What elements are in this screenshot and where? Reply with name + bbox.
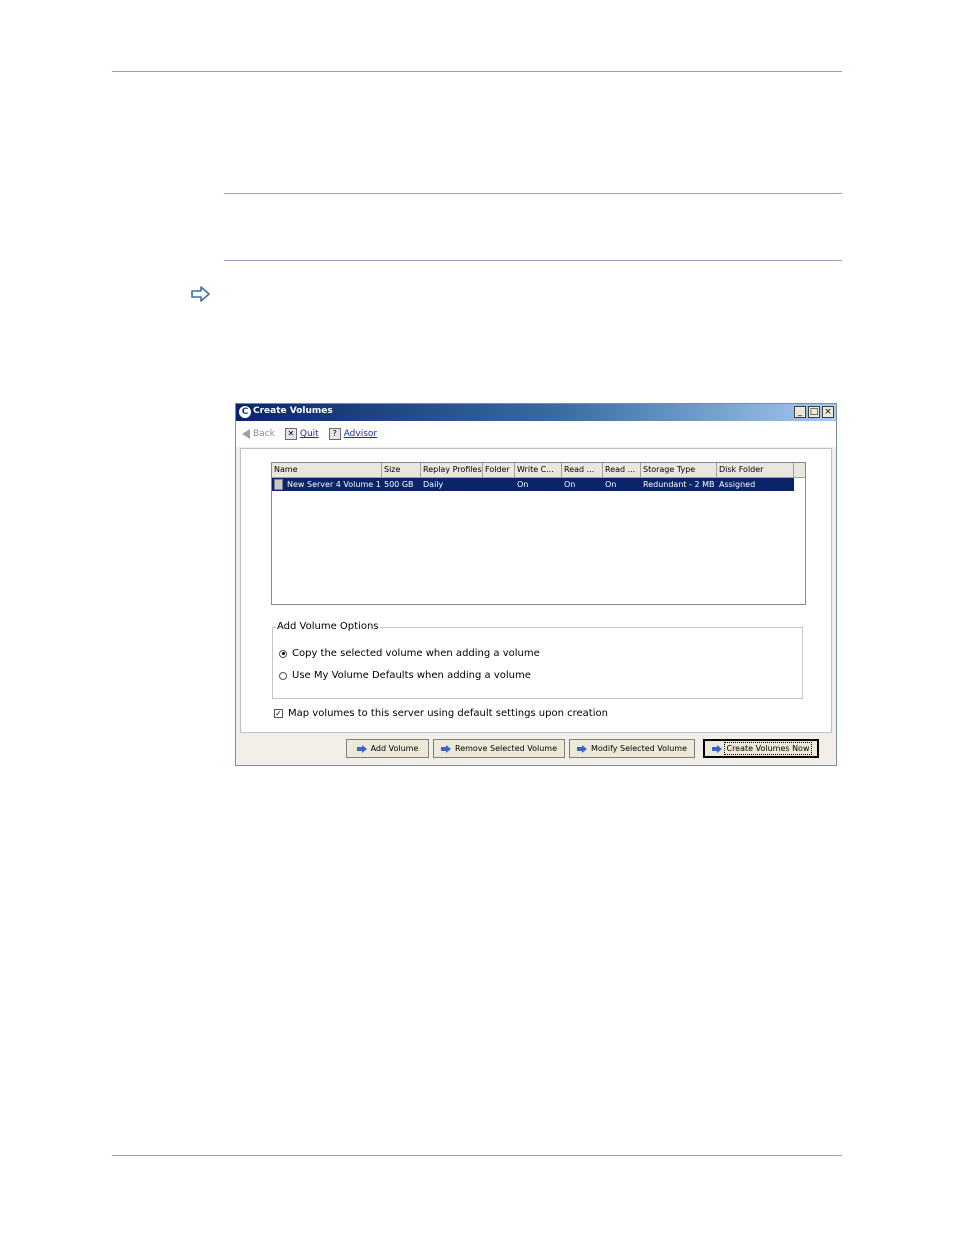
title-bar[interactable]: C Create Volumes _ □ × xyxy=(236,404,836,421)
advisor-label: Advisor xyxy=(343,429,378,439)
option-copy-selected-label: Copy the selected volume when adding a v… xyxy=(292,648,540,659)
button-bar: Add Volume Remove Selected Volume Modify… xyxy=(236,733,836,765)
column-header-write-cache[interactable]: Write C... xyxy=(515,463,562,477)
radio-use-defaults[interactable] xyxy=(279,671,287,680)
arrow-right-icon xyxy=(712,744,723,753)
window-title: Create Volumes xyxy=(253,406,333,416)
note-top-rule xyxy=(224,193,842,194)
maximize-button[interactable]: □ xyxy=(808,406,820,418)
minimize-button[interactable]: _ xyxy=(794,406,806,418)
radio-copy-selected[interactable] xyxy=(279,649,287,658)
volume-icon xyxy=(274,479,283,490)
modify-selected-volume-button[interactable]: Modify Selected Volume xyxy=(569,739,695,758)
cell-folder xyxy=(483,478,515,491)
volume-table[interactable]: Name Size Replay Profiles Folder Write C… xyxy=(271,462,806,605)
column-header-replay-profiles[interactable]: Replay Profiles xyxy=(421,463,483,477)
group-legend: Add Volume Options xyxy=(276,621,380,632)
back-arrow-icon xyxy=(242,429,250,439)
step-arrow-icon xyxy=(191,286,210,302)
option-use-defaults-label: Use My Volume Defaults when adding a vol… xyxy=(292,670,531,681)
column-header-storage-type[interactable]: Storage Type xyxy=(641,463,717,477)
column-header-disk-folder[interactable]: Disk Folder xyxy=(717,463,794,477)
quit-link[interactable]: ✕ Quit xyxy=(284,428,319,440)
cell-disk-folder: Assigned xyxy=(719,480,756,489)
footer-rule xyxy=(112,1155,842,1156)
map-volumes-label: Map volumes to this server using default… xyxy=(288,708,608,719)
map-volumes-checkbox[interactable]: ✓ xyxy=(274,709,283,718)
help-icon: ? xyxy=(328,428,341,440)
content-panel: Name Size Replay Profiles Folder Write C… xyxy=(240,448,832,733)
create-volumes-now-button[interactable]: Create Volumes Now xyxy=(703,739,819,758)
back-button[interactable]: Back xyxy=(242,429,275,439)
cell-storage-type: Redundant - 2 MB xyxy=(643,480,715,489)
arrow-right-icon xyxy=(441,744,451,753)
add-volume-options-group: Add Volume Options Copy the selected vol… xyxy=(272,621,803,699)
quit-icon: ✕ xyxy=(284,428,297,440)
quit-label: Quit xyxy=(299,429,319,439)
app-logo-icon: C xyxy=(239,406,251,418)
toolbar: Back ✕ Quit ? Advisor xyxy=(236,421,836,447)
create-volumes-window: C Create Volumes _ □ × Back ✕ Quit ? Adv… xyxy=(235,403,837,766)
option-copy-selected[interactable]: Copy the selected volume when adding a v… xyxy=(279,648,540,659)
option-use-defaults[interactable]: Use My Volume Defaults when adding a vol… xyxy=(279,670,531,681)
add-volume-button[interactable]: Add Volume xyxy=(346,739,429,758)
arrow-right-icon xyxy=(356,744,367,753)
column-header-read-cache[interactable]: Read ... xyxy=(562,463,603,477)
back-label: Back xyxy=(253,429,275,439)
remove-selected-volume-button[interactable]: Remove Selected Volume xyxy=(433,739,565,758)
advisor-link[interactable]: ? Advisor xyxy=(328,428,378,440)
column-header-folder[interactable]: Folder xyxy=(483,463,515,477)
table-header: Name Size Replay Profiles Folder Write C… xyxy=(272,463,805,478)
close-button[interactable]: × xyxy=(822,406,834,418)
note-bottom-rule xyxy=(224,260,842,261)
cell-name: New Server 4 Volume 1 xyxy=(287,480,381,489)
cell-write-cache: On xyxy=(517,480,529,489)
arrow-right-icon xyxy=(576,744,587,753)
cell-size: 500 GB xyxy=(384,480,414,489)
column-header-size[interactable]: Size xyxy=(382,463,421,477)
column-header-name[interactable]: Name xyxy=(272,463,382,477)
cell-read-cache: On xyxy=(564,480,576,489)
table-row[interactable]: New Server 4 Volume 1 500 GB Daily On On… xyxy=(272,478,794,491)
cell-read-ahead: On xyxy=(605,480,617,489)
header-rule xyxy=(112,71,842,72)
cell-replay-profiles: Daily xyxy=(423,480,444,489)
map-volumes-option[interactable]: ✓ Map volumes to this server using defau… xyxy=(274,708,608,719)
column-header-read-ahead[interactable]: Read ... xyxy=(603,463,641,477)
